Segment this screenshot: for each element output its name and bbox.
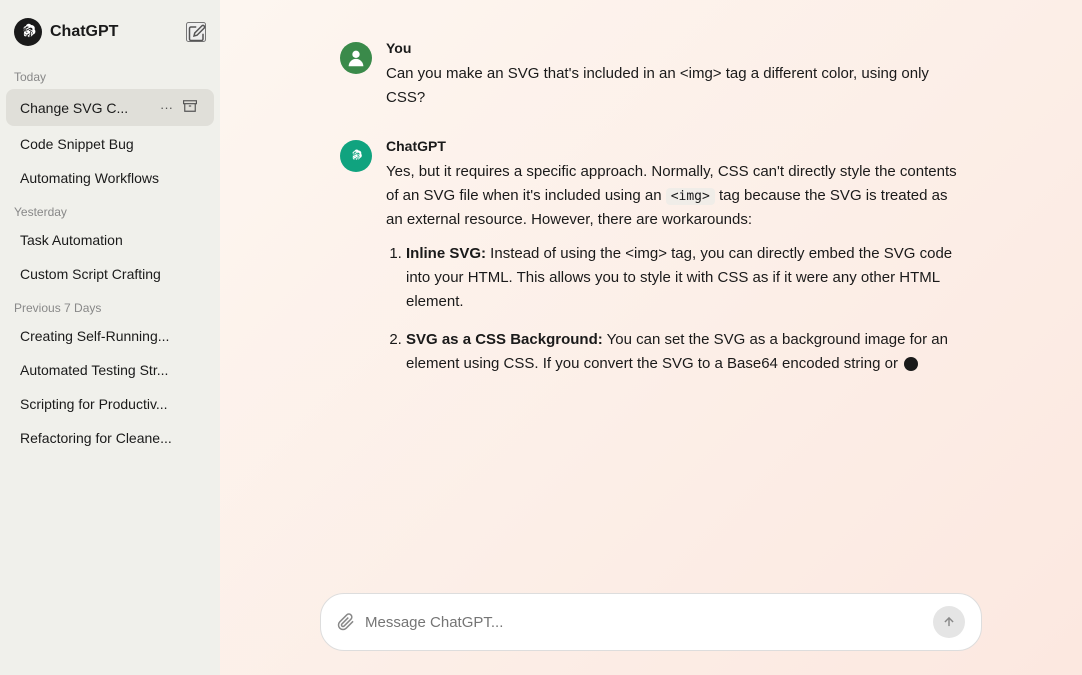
sidebar-item-label: Scripting for Productiv...	[20, 396, 200, 412]
sidebar-item-label: Task Automation	[20, 232, 200, 248]
user-message: You Can you make an SVG that's included …	[340, 40, 962, 110]
chatgpt-sender-label: ChatGPT	[386, 138, 962, 154]
sidebar-header: ChatGPT	[0, 12, 220, 60]
sidebar-item-code-snippet[interactable]: Code Snippet Bug	[6, 128, 214, 160]
section-previous-7-days: Previous 7 Days	[0, 291, 220, 319]
chatgpt-logo-icon	[14, 18, 42, 46]
sidebar-item-label: Automated Testing Str...	[20, 362, 200, 378]
sidebar: ChatGPT Today Change SVG C... ··· Code S…	[0, 0, 220, 675]
list-item-1: Inline SVG: Instead of using the <img> t…	[406, 242, 962, 314]
send-button[interactable]	[933, 606, 965, 638]
sidebar-item-label: Code Snippet Bug	[20, 136, 200, 152]
section-today: Today	[0, 60, 220, 88]
chatgpt-avatar	[340, 140, 372, 172]
sidebar-item-label: Change SVG C...	[20, 100, 153, 116]
sidebar-item-label: Custom Script Crafting	[20, 266, 200, 282]
sidebar-item-task-automation[interactable]: Task Automation	[6, 224, 214, 256]
sidebar-item-scripting[interactable]: Scripting for Productiv...	[6, 388, 214, 420]
sidebar-item-custom-script[interactable]: Custom Script Crafting	[6, 258, 214, 290]
sidebar-item-automated-testing[interactable]: Automated Testing Str...	[6, 354, 214, 386]
workarounds-list: Inline SVG: Instead of using the <img> t…	[406, 242, 962, 376]
sidebar-item-refactoring[interactable]: Refactoring for Cleane...	[6, 422, 214, 454]
sidebar-item-label: Creating Self-Running...	[20, 328, 200, 344]
archive-button[interactable]	[180, 97, 200, 118]
chatgpt-message-content: ChatGPT Yes, but it requires a specific …	[386, 138, 962, 376]
chatgpt-message: ChatGPT Yes, but it requires a specific …	[340, 138, 962, 376]
user-message-content: You Can you make an SVG that's included …	[386, 40, 962, 110]
message-input[interactable]	[365, 614, 923, 631]
app-title: ChatGPT	[50, 23, 118, 41]
chatgpt-message-text: Yes, but it requires a specific approach…	[386, 160, 962, 376]
new-chat-button[interactable]	[186, 22, 206, 42]
sidebar-item-change-svg[interactable]: Change SVG C... ···	[6, 89, 214, 126]
truncation-indicator	[904, 357, 918, 371]
chat-area: You Can you make an SVG that's included …	[220, 0, 1082, 577]
user-message-text: Can you make an SVG that's included in a…	[386, 62, 962, 110]
attach-button[interactable]	[337, 613, 355, 631]
more-options-button[interactable]: ···	[157, 98, 176, 117]
list-item-2: SVG as a CSS Background: You can set the…	[406, 328, 962, 376]
section-yesterday: Yesterday	[0, 195, 220, 223]
message-input-box	[320, 593, 982, 651]
sidebar-item-label: Refactoring for Cleane...	[20, 430, 200, 446]
input-area	[220, 577, 1082, 675]
sidebar-item-self-running[interactable]: Creating Self-Running...	[6, 320, 214, 352]
code-img-tag: <img>	[666, 188, 715, 205]
sidebar-item-label: Automating Workflows	[20, 170, 200, 186]
sidebar-item-actions: ···	[157, 97, 200, 118]
main-content: You Can you make an SVG that's included …	[220, 0, 1082, 675]
user-sender-label: You	[386, 40, 962, 56]
user-avatar	[340, 42, 372, 74]
sidebar-logo: ChatGPT	[14, 18, 118, 46]
sidebar-item-automating[interactable]: Automating Workflows	[6, 162, 214, 194]
